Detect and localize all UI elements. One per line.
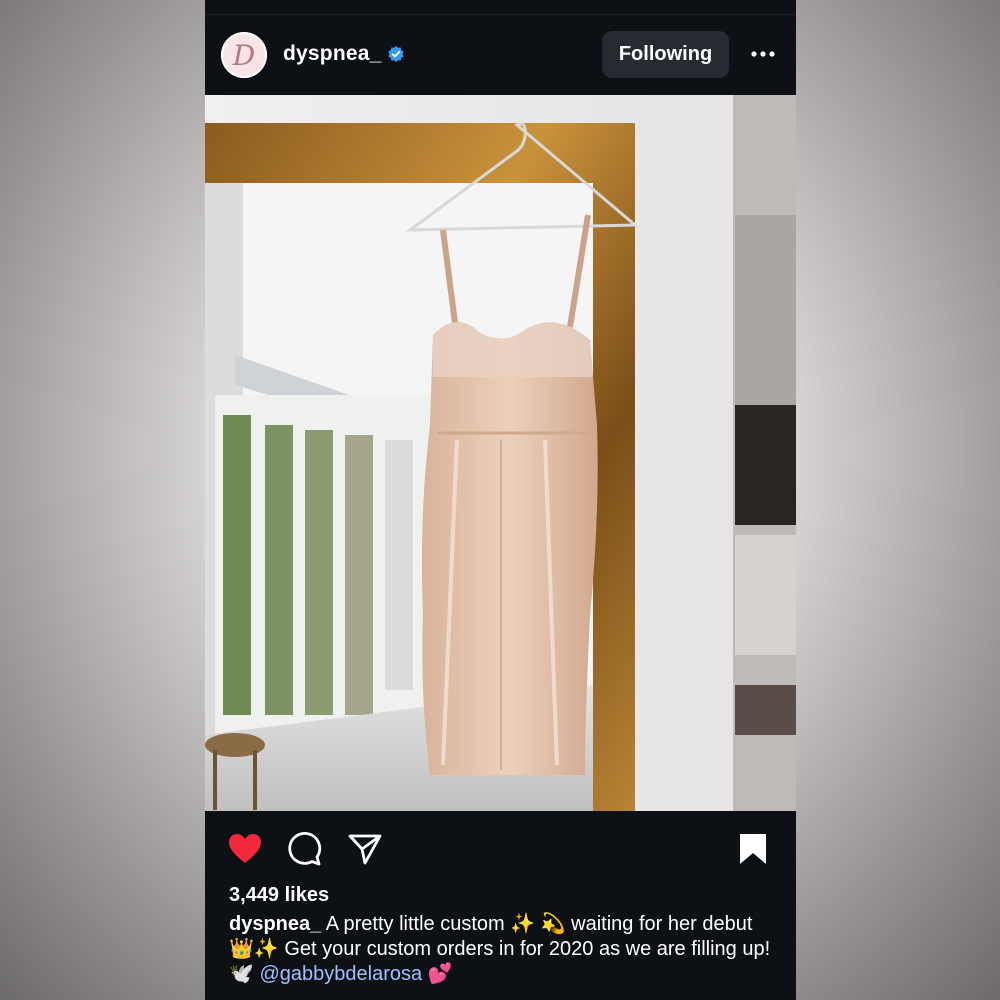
paper-plane-icon[interactable] xyxy=(347,831,383,867)
post-header: D dyspnea_ Following xyxy=(205,14,796,94)
caption-mention[interactable]: @gabbybdelarosa xyxy=(259,963,422,985)
avatar-letter: D xyxy=(232,38,256,72)
caption-username[interactable]: dyspnea_ xyxy=(229,913,321,935)
post-photo[interactable] xyxy=(205,95,796,811)
likes-count[interactable]: 3,449 likes xyxy=(229,884,329,907)
dress-in-mirror-image xyxy=(205,95,796,811)
post-username[interactable]: dyspnea_ xyxy=(283,42,381,66)
instagram-post-screen: D dyspnea_ Following 3,449 likes dyspnea… xyxy=(205,0,796,1000)
comment-icon[interactable] xyxy=(287,831,323,867)
caption-text-end: 💕 xyxy=(422,963,453,985)
post-actions xyxy=(205,811,796,881)
more-horizontal-icon[interactable] xyxy=(750,50,776,58)
verified-badge-icon xyxy=(388,45,404,63)
heart-filled-icon[interactable] xyxy=(227,831,263,867)
status-bar xyxy=(205,0,796,15)
bookmark-filled-icon[interactable] xyxy=(735,831,771,867)
post-caption: dyspnea_ A pretty little custom ✨ 💫 wait… xyxy=(229,912,774,987)
avatar[interactable]: D xyxy=(221,32,267,78)
following-button[interactable]: Following xyxy=(602,31,729,78)
